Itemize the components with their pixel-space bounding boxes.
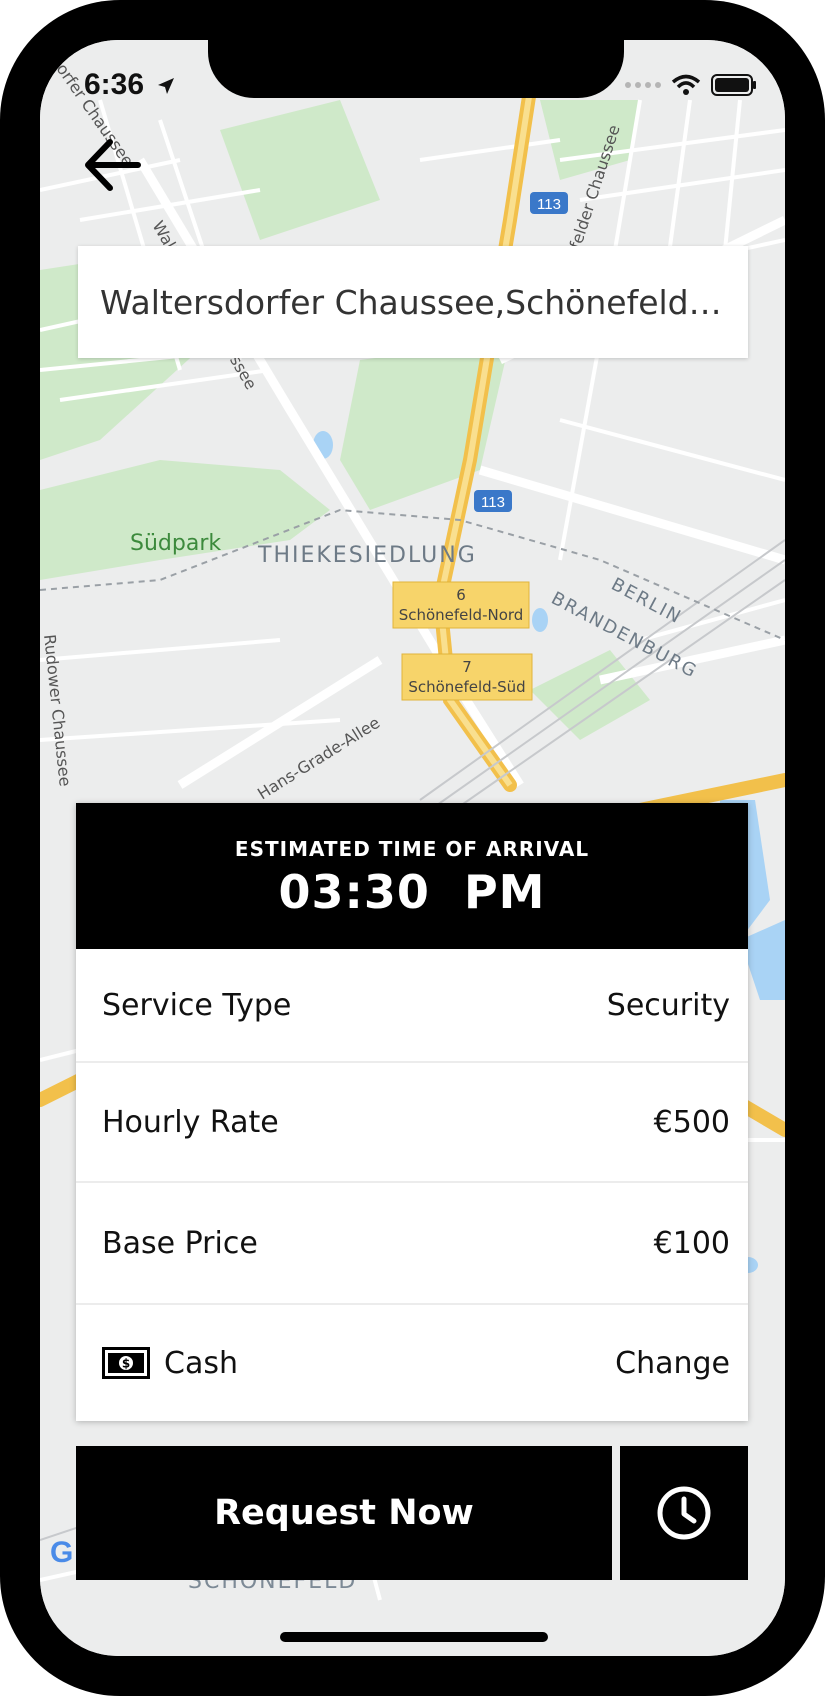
status-indicators <box>625 70 757 100</box>
request-now-button[interactable]: Request Now <box>76 1446 612 1580</box>
cash-icon: $ <box>102 1347 150 1379</box>
payment-method-label: Cash <box>164 1345 238 1381</box>
notch <box>208 40 624 98</box>
hourly-rate-label: Hourly Rate <box>102 1104 279 1140</box>
base-price-row: Base Price €100 <box>76 1183 748 1305</box>
service-type-label: Service Type <box>102 987 292 1023</box>
exit-name: Schönefeld-Süd <box>408 678 525 696</box>
clock-icon <box>657 1486 711 1540</box>
back-button[interactable] <box>80 130 154 200</box>
payment-method: $ Cash <box>102 1346 238 1381</box>
map-label-thiekesiedlung: THIEKESIEDLUNG <box>257 543 477 568</box>
home-indicator[interactable] <box>280 1632 548 1642</box>
arrow-left-icon <box>85 139 141 191</box>
wifi-icon <box>671 74 701 95</box>
service-type-row: Service Type Security <box>76 949 748 1063</box>
status-time-text: 6:36 <box>84 68 145 101</box>
service-type-value: Security <box>606 987 730 1023</box>
change-payment-button[interactable]: Change <box>615 1346 730 1381</box>
exit-name: Schönefeld-Nord <box>399 606 524 624</box>
payment-row[interactable]: $ Cash Change <box>76 1305 748 1421</box>
svg-text:$: $ <box>122 1357 130 1371</box>
address-search-box[interactable]: Waltersdorfer Chaussee,Schönefeld,Da... <box>78 246 748 358</box>
battery-icon <box>711 74 756 96</box>
google-logo: G <box>50 1536 74 1569</box>
phone-frame: 113 113 6 Schönefeld-Nord 7 Schönefeld-S… <box>0 0 825 1696</box>
hourly-rate-value: €500 <box>653 1104 730 1140</box>
base-price-value: €100 <box>653 1225 730 1261</box>
eta-header: ESTIMATED TIME OF ARRIVAL 03:30 PM <box>76 803 748 949</box>
eta-time: 03:30 PM <box>278 865 546 919</box>
signal-dots-icon <box>625 82 661 88</box>
location-arrow-icon <box>158 78 175 94</box>
route-shield: 113 <box>481 494 505 511</box>
schedule-button[interactable] <box>620 1446 748 1580</box>
eta-title: ESTIMATED TIME OF ARRIVAL <box>234 837 590 861</box>
base-price-label: Base Price <box>102 1225 258 1261</box>
map-label-suedpark: Südpark <box>130 531 221 556</box>
hourly-rate-row: Hourly Rate €500 <box>76 1063 748 1183</box>
route-shield: 113 <box>537 196 561 213</box>
status-time: 6:36 <box>84 68 176 102</box>
exit-number: 7 <box>462 658 472 676</box>
screen: 113 113 6 Schönefeld-Nord 7 Schönefeld-S… <box>40 40 785 1656</box>
exit-number: 6 <box>456 586 466 604</box>
booking-card: ESTIMATED TIME OF ARRIVAL 03:30 PM Servi… <box>76 803 748 1421</box>
address-text: Waltersdorfer Chaussee,Schönefeld,Da... <box>100 282 730 322</box>
